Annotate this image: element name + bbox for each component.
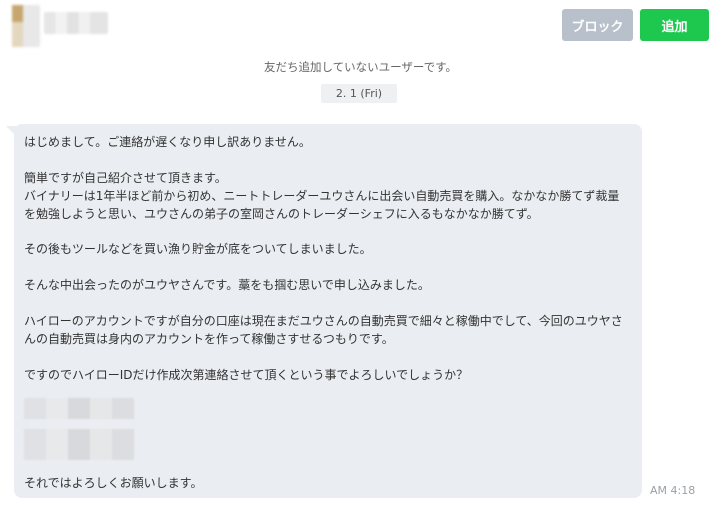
- user-name-redacted: [44, 12, 108, 34]
- message-line: それではよろしくお願いします。: [24, 476, 203, 490]
- add-friend-button[interactable]: 追加: [640, 9, 709, 41]
- non-friend-notice: 友だち追加していないユーザーです。: [263, 60, 458, 74]
- message-line: ですのでハイローIDだけ作成次第連絡させて頂くという事でよろしいでしょうか？: [24, 368, 469, 382]
- date-badge: 2. 1 (Fri): [321, 84, 397, 103]
- message-line: ハイローのアカウントですが自分の口座は現在まだユウさんの自動売買で細々と稼働中で…: [24, 314, 623, 328]
- redacted-signature: [24, 398, 134, 460]
- message-line: を勉強しようと思い、ユウさんの弟子の室岡さんのトレーダーシェフに入るもなかなか勝…: [24, 207, 539, 221]
- message-timestamp: AM 4:18: [650, 484, 696, 497]
- chat-header: ブロック 追加: [0, 0, 721, 48]
- message-line: その後もツールなどを買い漁り貯金が底をついてしまいました。: [24, 242, 372, 256]
- message-line: そんな中出会ったのがユウヤさんです。藁をも掴む思いで申し込みました。: [24, 278, 430, 292]
- message-line: 簡単ですが自己紹介させて頂きます。: [24, 171, 227, 185]
- message-line: んの自動売買は身内のアカウントを作って稼働さすせるつもりです。: [24, 332, 394, 346]
- avatar[interactable]: [12, 5, 40, 47]
- message-line: はじめまして。ご連絡が遅くなり申し訳ありません。: [24, 135, 311, 149]
- message-line: バイナリーは1年半ほど前から初め、ニートトレーダーユウさんに出会い自動売買を購入…: [24, 189, 620, 203]
- block-button[interactable]: ブロック: [562, 9, 633, 41]
